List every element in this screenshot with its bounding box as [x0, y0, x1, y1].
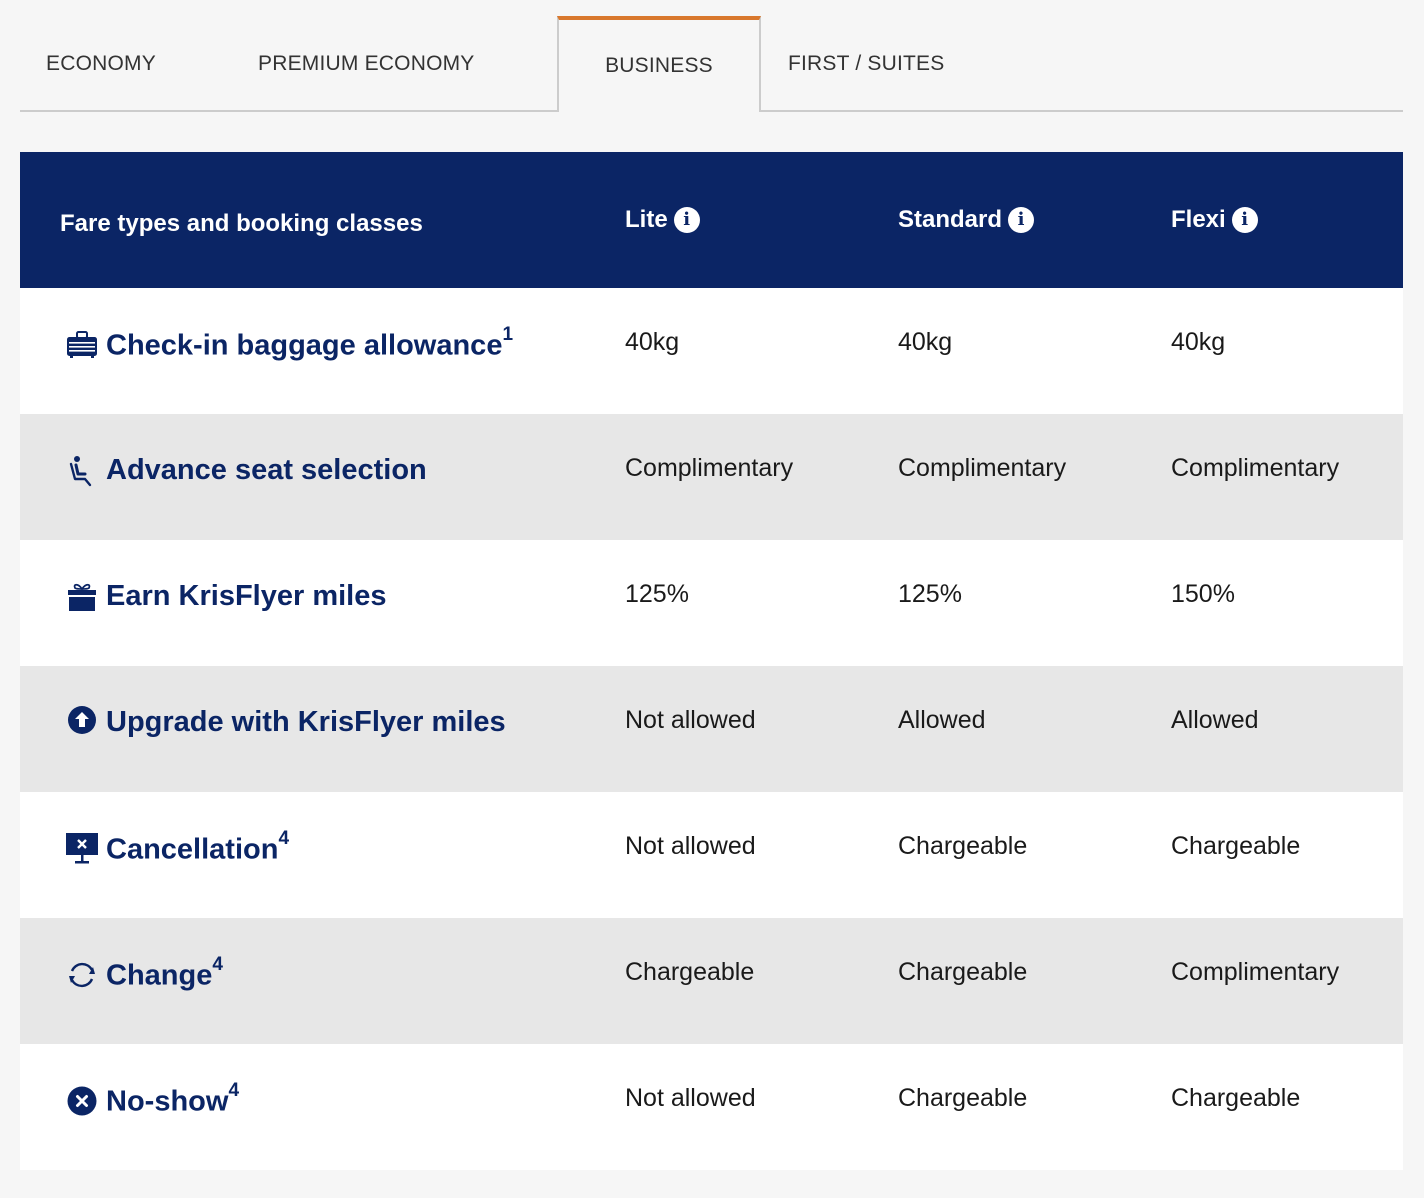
gift-icon [66, 581, 98, 613]
feature-label: Cancellation4 [66, 828, 290, 867]
table-row: No-show4 Not allowed Chargeable Chargeab… [20, 1044, 1403, 1170]
info-icon[interactable]: i [1231, 207, 1258, 233]
cell-lite: 40kg [625, 328, 680, 356]
feature-label: Upgrade with KrisFlyer miles [66, 706, 506, 739]
fare-standard[interactable]: Standard i [898, 152, 1035, 288]
feature-label: Check-in baggage allowance1 [66, 324, 514, 363]
cell-standard: 125% [898, 580, 962, 608]
info-icon[interactable]: i [1008, 207, 1035, 233]
cell-lite: Complimentary [625, 454, 794, 482]
cell-flexi: Allowed [1171, 706, 1259, 734]
feature-label: Change4 [66, 954, 223, 993]
feature-text: Earn KrisFlyer miles [106, 580, 387, 612]
table-row: Cancellation4 Not allowed Chargeable Cha… [20, 792, 1403, 918]
seat-icon [66, 455, 98, 487]
cell-lite: Not allowed [625, 1084, 756, 1112]
cell-standard: Allowed [898, 706, 986, 734]
tab-business[interactable]: BUSINESS [557, 16, 761, 114]
cell-standard: Chargeable [898, 832, 1028, 860]
fare-standard-label: Standard [898, 206, 1003, 233]
cell-standard: Complimentary [898, 454, 1067, 482]
feature-text: Cancellation4 [106, 828, 290, 866]
feature-text: Check-in baggage allowance1 [106, 324, 514, 362]
close-circle-icon [66, 1085, 98, 1117]
cell-standard: Chargeable [898, 958, 1028, 986]
cell-lite: Not allowed [625, 706, 756, 734]
cell-flexi: Chargeable [1171, 1084, 1301, 1112]
table-row: Advance seat selection Complimentary Com… [20, 414, 1403, 540]
cell-standard: Chargeable [898, 1084, 1028, 1112]
fare-lite-label: Lite [625, 206, 668, 233]
tab-premium-economy[interactable]: PREMIUM ECONOMY [258, 16, 548, 112]
header-label: Fare types and booking classes [60, 210, 423, 237]
cell-flexi: Complimentary [1171, 454, 1340, 482]
cell-flexi: 150% [1171, 580, 1235, 608]
cell-lite: Chargeable [625, 958, 755, 986]
tab-economy[interactable]: ECONOMY [46, 16, 206, 112]
cell-lite: Not allowed [625, 832, 756, 860]
table-header: Fare types and booking classes Lite i St… [20, 152, 1403, 288]
feature-text: Upgrade with KrisFlyer miles [106, 706, 506, 738]
refresh-icon [66, 959, 98, 991]
table-row: Check-in baggage allowance1 40kg 40kg 40… [20, 288, 1403, 414]
feature-label: Advance seat selection [66, 454, 427, 487]
cell-standard: 40kg [898, 328, 953, 356]
table-row: Change4 Chargeable Chargeable Compliment… [20, 918, 1403, 1044]
fare-flexi[interactable]: Flexi i [1171, 152, 1258, 288]
feature-label: Earn KrisFlyer miles [66, 580, 386, 613]
cell-flexi: Chargeable [1171, 832, 1301, 860]
feature-label: No-show4 [66, 1080, 240, 1119]
tab-first-suites[interactable]: FIRST / SUITES [788, 16, 988, 112]
cancel-screen-icon [66, 833, 98, 865]
upgrade-arrow-icon [66, 704, 98, 736]
feature-text: No-show4 [106, 1080, 240, 1118]
fare-lite[interactable]: Lite i [625, 152, 700, 288]
cell-flexi: 40kg [1171, 328, 1226, 356]
fare-flexi-label: Flexi [1171, 206, 1226, 233]
info-icon[interactable]: i [673, 207, 700, 233]
cell-flexi: Complimentary [1171, 958, 1340, 986]
fare-comparison-table: Fare types and booking classes Lite i St… [20, 152, 1403, 1170]
baggage-icon [66, 329, 98, 361]
feature-text: Advance seat selection [106, 454, 427, 486]
table-row: Upgrade with KrisFlyer miles Not allowed… [20, 666, 1403, 792]
table-row: Earn KrisFlyer miles 125% 125% 150% [20, 540, 1403, 666]
cabin-class-tabs: ECONOMY PREMIUM ECONOMY BUSINESS FIRST /… [20, 16, 1403, 114]
cell-lite: 125% [625, 580, 689, 608]
tab-business-label: BUSINESS [605, 54, 713, 77]
feature-text: Change4 [106, 954, 223, 992]
